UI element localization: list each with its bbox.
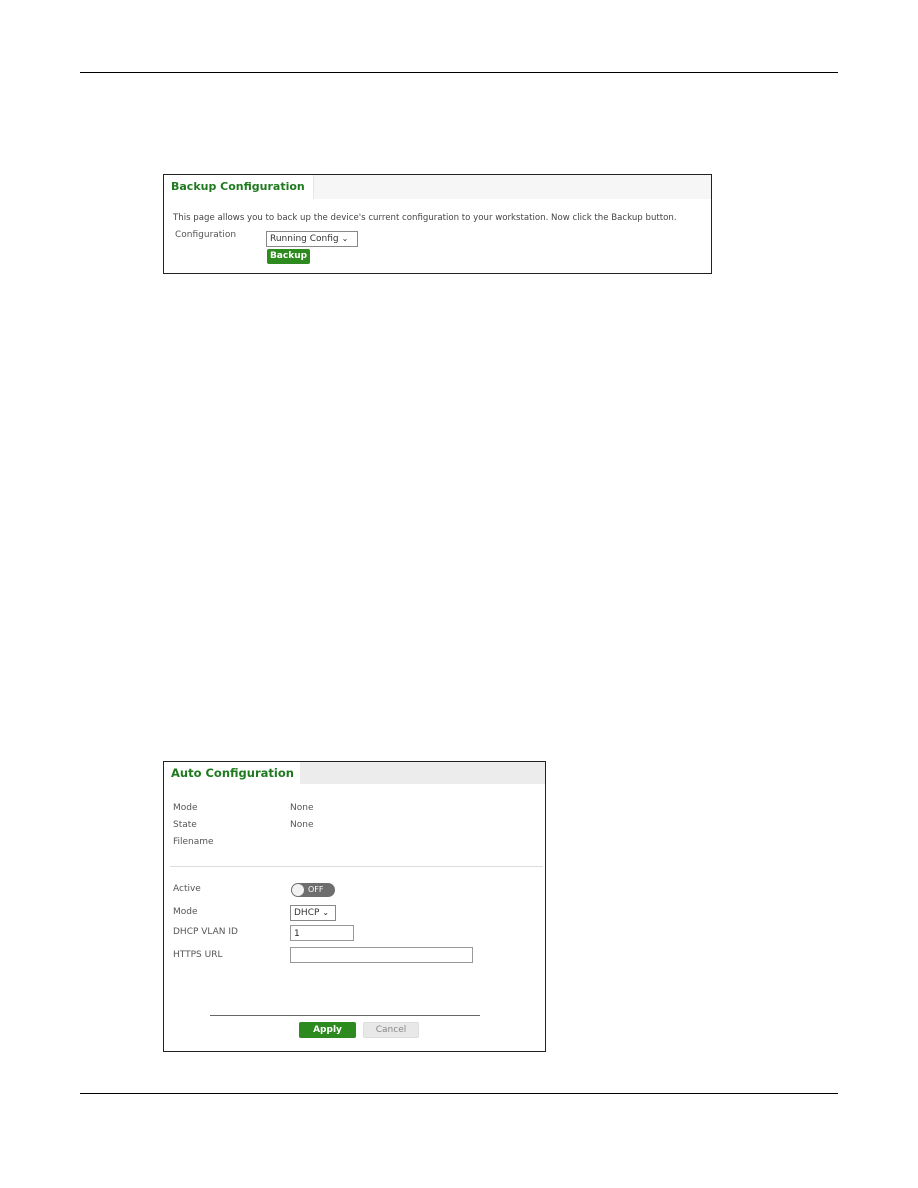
status-filename-label: Filename: [173, 837, 214, 847]
chevron-down-icon: ⌄: [341, 234, 349, 243]
panel-header: Backup Configuration: [164, 175, 711, 199]
https-url-label: HTTPS URL: [173, 950, 223, 960]
page-bottom-rule: [80, 1093, 838, 1094]
section-divider: [170, 866, 543, 867]
backup-button[interactable]: Backup: [267, 249, 310, 264]
status-state-value: None: [290, 820, 314, 830]
backup-configuration-panel: Backup Configuration This page allows yo…: [163, 174, 712, 274]
toggle-state-label: OFF: [308, 885, 324, 894]
dhcp-vlan-id-label: DHCP VLAN ID: [173, 927, 238, 937]
active-label: Active: [173, 884, 201, 894]
mode-select[interactable]: DHCP ⌄: [290, 905, 336, 921]
panel-header: Auto Configuration: [164, 762, 545, 784]
backup-description: This page allows you to back up the devi…: [173, 213, 677, 223]
configuration-label: Configuration: [175, 230, 237, 240]
page-top-rule: [80, 72, 838, 73]
footer-divider: [210, 1015, 480, 1016]
apply-button[interactable]: Apply: [299, 1022, 356, 1038]
auto-configuration-panel: Auto Configuration Mode None State None …: [163, 761, 546, 1052]
cancel-button[interactable]: Cancel: [363, 1022, 419, 1038]
configuration-select-value: Running Config: [270, 234, 339, 244]
configuration-select[interactable]: Running Config ⌄: [266, 231, 358, 247]
dhcp-vlan-id-input[interactable]: 1: [290, 925, 354, 941]
mode-label: Mode: [173, 907, 198, 917]
status-mode-label: Mode: [173, 803, 198, 813]
chevron-down-icon: ⌄: [322, 908, 330, 917]
status-mode-value: None: [290, 803, 314, 813]
panel-title: Backup Configuration: [164, 175, 314, 199]
active-toggle[interactable]: OFF: [291, 883, 335, 897]
panel-title: Auto Configuration: [164, 762, 300, 784]
toggle-knob: [292, 884, 304, 896]
status-state-label: State: [173, 820, 197, 830]
mode-select-value: DHCP: [294, 908, 320, 918]
https-url-input[interactable]: [290, 947, 473, 963]
